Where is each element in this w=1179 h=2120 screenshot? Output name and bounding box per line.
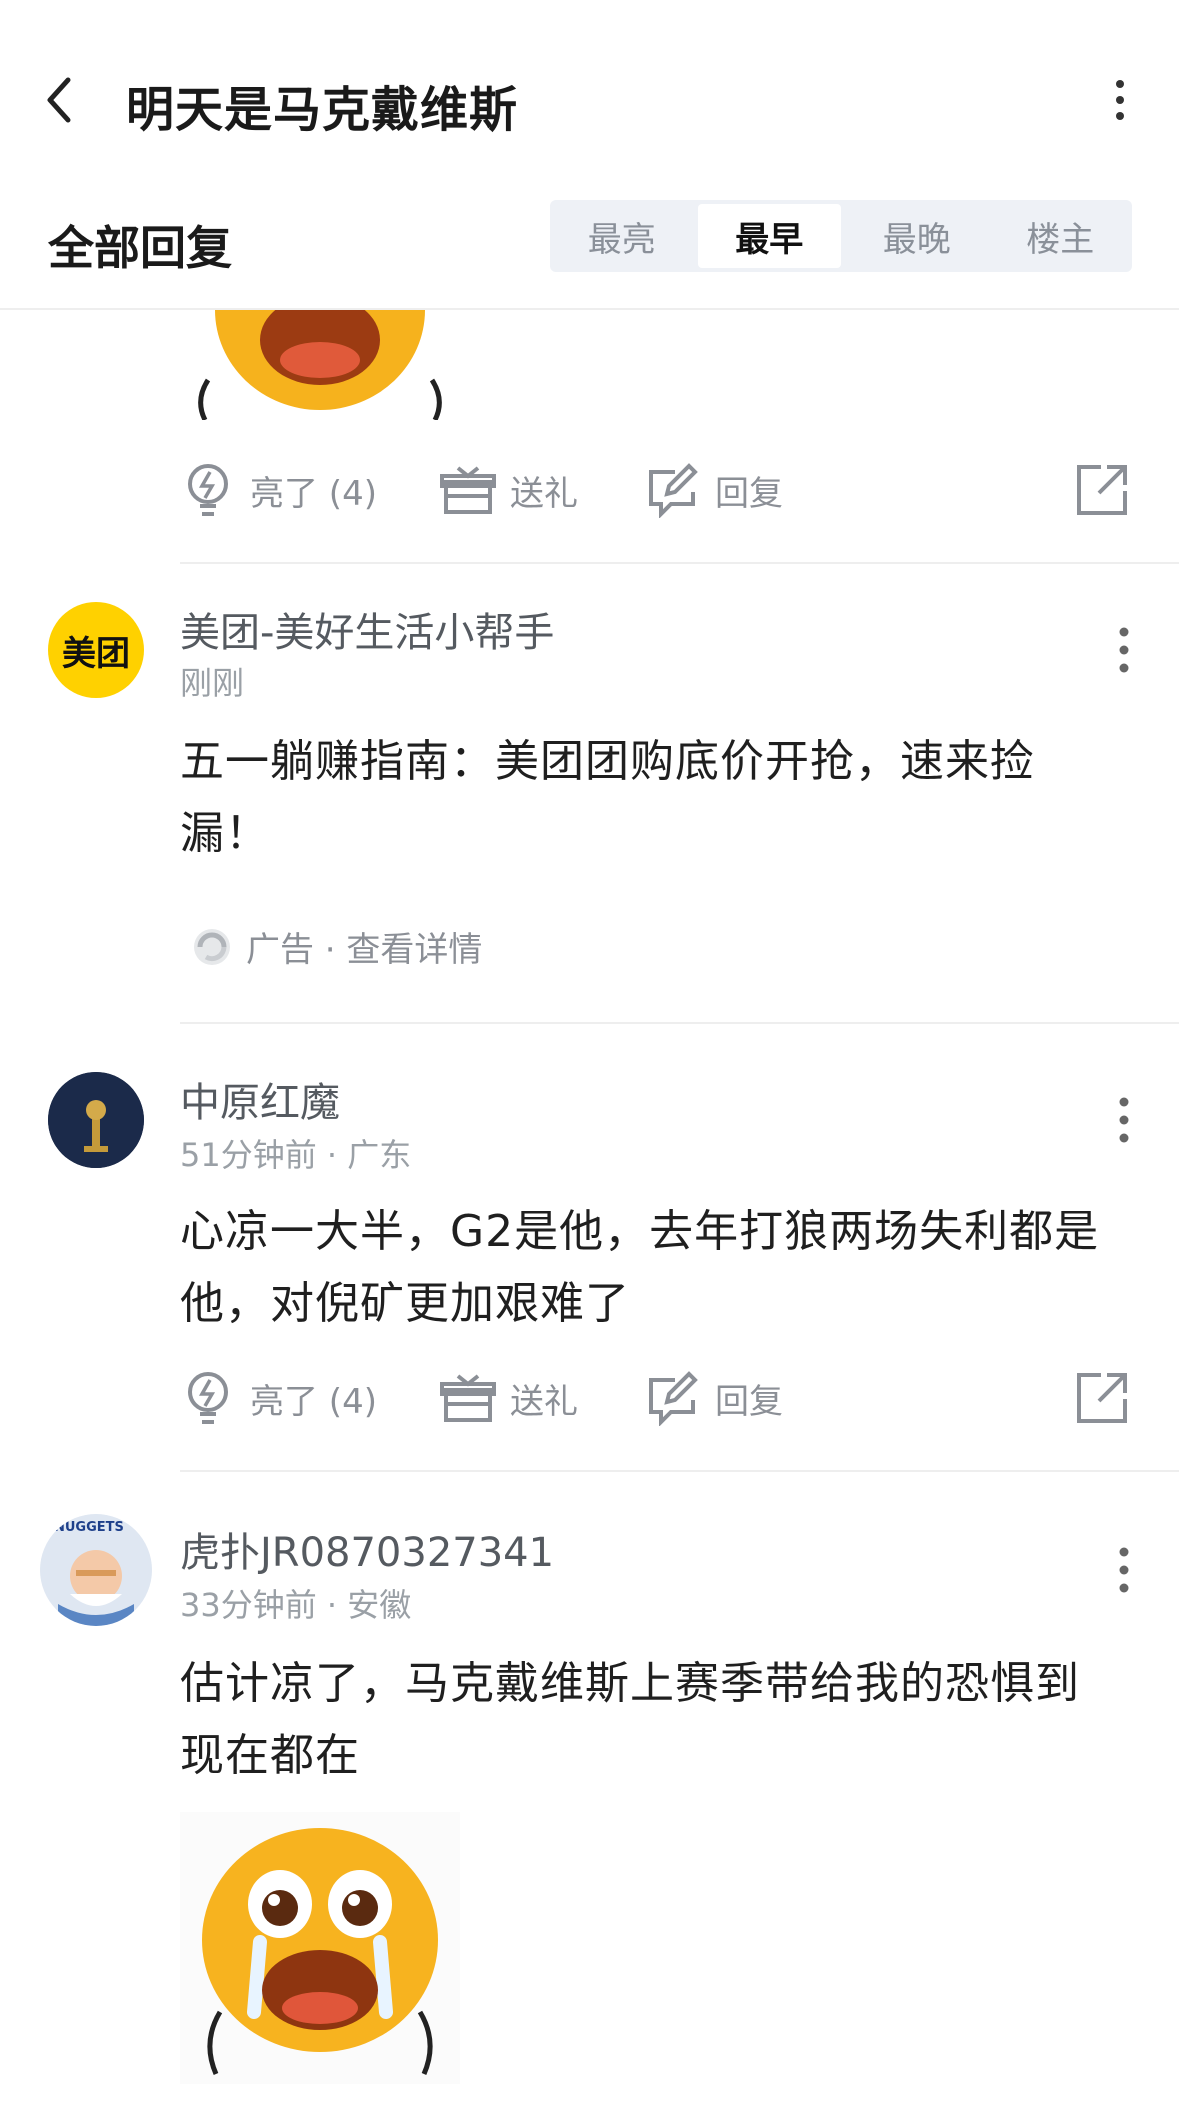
divider <box>180 562 1179 564</box>
avatar-badge-text: NUGGETS <box>54 1520 124 1535</box>
reply-edit-icon <box>649 463 698 518</box>
reply-edit-icon <box>649 1371 698 1426</box>
more-vertical-icon[interactable] <box>1104 1540 1144 1600</box>
ad-details-link[interactable]: 广告 · 查看详情 <box>190 922 482 971</box>
light-count-label: 亮了 (4) <box>250 1381 377 1422</box>
light-button[interactable]: 亮了 (4) <box>180 1363 377 1433</box>
reply-label: 回复 <box>715 473 783 514</box>
ad-label: 广告 · 查看详情 <box>246 930 483 970</box>
comment-action-bar: 亮了 (4) 送礼 回复 <box>180 455 1130 525</box>
avatar[interactable] <box>48 1072 144 1168</box>
more-vertical-icon[interactable] <box>1104 620 1144 680</box>
light-button[interactable]: 亮了 (4) <box>180 455 377 525</box>
reply-button[interactable]: 回复 <box>645 455 783 525</box>
username[interactable]: 美团-美好生活小帮手 <box>180 600 554 658</box>
tab-earliest[interactable]: 最早 <box>697 204 841 268</box>
gift-button[interactable]: 送礼 <box>440 1363 578 1433</box>
page-title: 明天是马克戴维斯 <box>126 82 519 138</box>
tab-latest[interactable]: 最晚 <box>845 200 989 272</box>
tab-op-only[interactable]: 楼主 <box>989 200 1133 272</box>
username[interactable]: 虎扑JR0870327341 <box>180 1520 554 1578</box>
comment-text[interactable]: 估计凉了，马克戴维斯上赛季带给我的恐惧到现在都在 <box>180 1648 1100 1792</box>
username[interactable]: 中原红魔 <box>180 1070 340 1128</box>
divider <box>180 1022 1179 1024</box>
gift-button[interactable]: 送礼 <box>440 455 578 525</box>
lightbulb-icon <box>188 464 228 516</box>
share-external-icon[interactable] <box>1075 455 1143 525</box>
post-meta: 51分钟前 · 广东 <box>180 1136 412 1174</box>
comment-action-bar: 亮了 (4) 送礼 回复 <box>180 1363 1130 1433</box>
light-count-label: 亮了 (4) <box>250 473 377 514</box>
reply-button[interactable]: 回复 <box>645 1363 783 1433</box>
divider <box>180 1470 1179 1472</box>
post-time: 刚刚 <box>180 664 245 702</box>
all-replies-title: 全部回复 <box>48 221 232 275</box>
avatar[interactable]: NUGGETS <box>40 1514 152 1626</box>
ad-text[interactable]: 五一躺赚指南：美团团购底价开抢，速来捡漏！ <box>180 726 1100 870</box>
ad-logo-icon <box>194 928 230 965</box>
tab-brightest[interactable]: 最亮 <box>550 200 694 272</box>
reply-label: 回复 <box>715 1381 783 1422</box>
sort-segmented-control: 最亮 最早 最晚 楼主 <box>550 200 1132 272</box>
more-vertical-icon[interactable] <box>1100 72 1140 128</box>
gift-label: 送礼 <box>510 473 578 514</box>
comment-text[interactable]: 心凉一大半，G2是他，去年打狼两场失利都是他，对倪矿更加艰难了 <box>180 1196 1100 1340</box>
meituan-logo-text: 美团 <box>62 633 130 674</box>
share-external-icon[interactable] <box>1075 1363 1143 1433</box>
avatar[interactable]: 美团 <box>48 602 144 698</box>
more-vertical-icon[interactable] <box>1104 1090 1144 1150</box>
crying-emoji-sticker[interactable] <box>180 1812 460 2084</box>
back-arrow-icon[interactable] <box>40 72 80 128</box>
post-meta: 33分钟前 · 安徽 <box>180 1586 412 1624</box>
gift-icon <box>440 1374 496 1422</box>
lightbulb-icon <box>188 1372 228 1424</box>
crying-emoji-sticker[interactable] <box>180 310 460 422</box>
gift-label: 送礼 <box>510 1381 578 1422</box>
gift-icon <box>440 466 496 514</box>
